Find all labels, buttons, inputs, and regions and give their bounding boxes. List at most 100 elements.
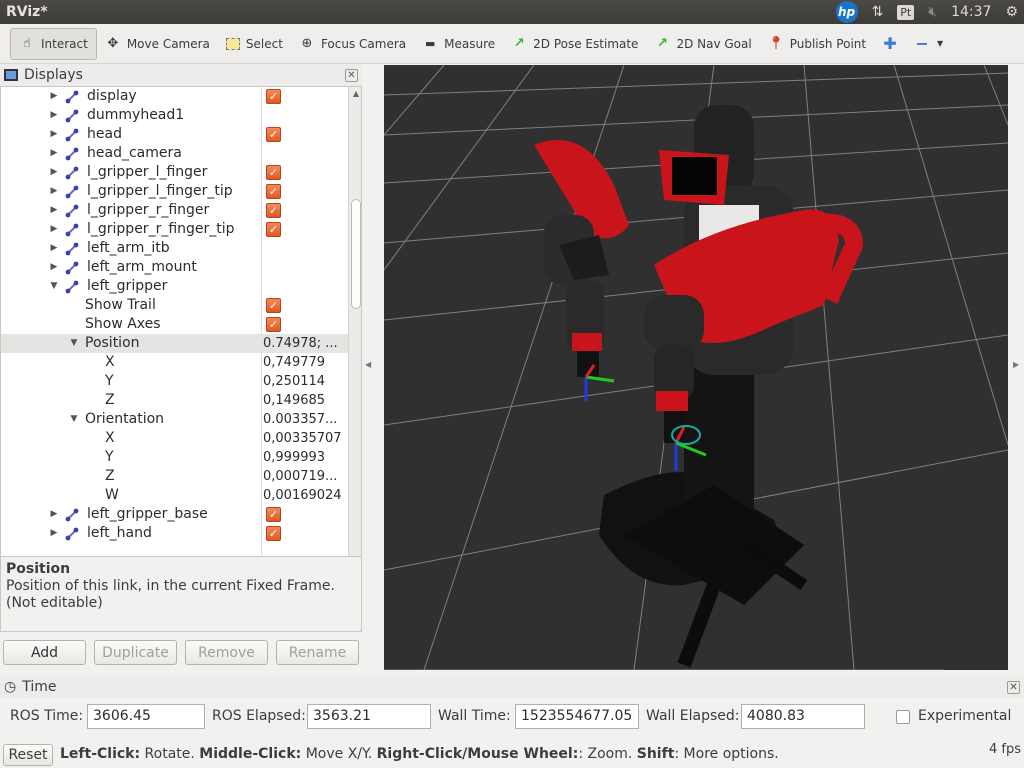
wall-time-field[interactable]: 1523554677.05 (515, 704, 639, 729)
enabled-checkbox[interactable]: ✓ (266, 184, 281, 199)
remove-button[interactable]: Remove (185, 640, 268, 665)
collapsed-arrow-icon[interactable]: ▶ (48, 163, 60, 182)
ros-elapsed-field[interactable]: 3563.21 (307, 704, 431, 729)
position-y-row[interactable]: Y 0,250114 (1, 372, 361, 391)
close-icon[interactable]: ✕ (1007, 680, 1020, 694)
property-value: 0.003357... (263, 412, 338, 427)
enabled-checkbox[interactable]: ✓ (266, 165, 281, 180)
move-camera-label: Move Camera (126, 36, 210, 51)
collapse-left-icon[interactable]: ◀ (365, 360, 371, 369)
wall-time-label: Wall Time: (438, 708, 511, 724)
clock[interactable]: 14:37 (951, 4, 991, 20)
tree-row-link[interactable]: ▶ head_camera (1, 144, 361, 163)
tree-row-link[interactable]: ▶ l_gripper_l_finger ✓ (1, 163, 361, 182)
render-3d-view[interactable] (384, 65, 1008, 670)
keyboard-layout-icon[interactable]: Pt (897, 4, 915, 20)
interact-tool-button[interactable]: ☝ Interact (10, 27, 97, 60)
position-row[interactable]: ▼ Position 0.74978; ... (1, 334, 361, 353)
show-axes-row[interactable]: Show Axes ✓ (1, 315, 361, 334)
collapsed-arrow-icon[interactable]: ▶ (48, 201, 60, 220)
scroll-thumb[interactable] (351, 199, 361, 309)
scroll-up-icon[interactable]: ▲ (349, 89, 361, 98)
clock-icon: ◷ (4, 679, 17, 695)
tree-row-label: left_gripper (87, 278, 168, 294)
interact-label: Interact (41, 36, 88, 51)
collapsed-arrow-icon[interactable]: ▶ (48, 182, 60, 201)
tree-row-link[interactable]: ▼ left_gripper (1, 277, 361, 296)
wall-elapsed-label: Wall Elapsed: (646, 708, 740, 724)
tree-row-link[interactable]: ▶ display ✓ (1, 87, 361, 106)
select-tool-button[interactable]: Select (218, 28, 291, 60)
enabled-checkbox[interactable]: ✓ (266, 317, 281, 332)
tree-row-link[interactable]: ▶ left_hand ✓ (1, 524, 361, 543)
enabled-checkbox[interactable]: ✓ (266, 526, 281, 541)
tree-row-label: l_gripper_l_finger (87, 164, 208, 180)
robot-link-icon (65, 166, 79, 180)
collapsed-arrow-icon[interactable]: ▶ (48, 258, 60, 277)
collapsed-arrow-icon[interactable]: ▶ (48, 144, 60, 163)
show-trail-row[interactable]: Show Trail ✓ (1, 296, 361, 315)
experimental-checkbox[interactable] (896, 710, 910, 724)
tree-row-link[interactable]: ▶ left_gripper_base ✓ (1, 505, 361, 524)
publish-point-tool-button[interactable]: 📍︎ Publish Point (760, 28, 874, 60)
pose-estimate-tool-button[interactable]: ↗ 2D Pose Estimate (503, 28, 646, 60)
orientation-z-row[interactable]: Z 0,000719... (1, 467, 361, 486)
tree-row-link[interactable]: ▶ l_gripper_r_finger ✓ (1, 201, 361, 220)
position-z-row[interactable]: Z 0,149685 (1, 391, 361, 410)
expanded-arrow-icon[interactable]: ▼ (68, 334, 80, 353)
volume-muted-icon[interactable]: 🔇︎ (928, 4, 937, 20)
collapsed-arrow-icon[interactable]: ▶ (48, 87, 60, 106)
settings-gear-icon[interactable]: ⚙ (1005, 4, 1018, 20)
position-x-row[interactable]: X 0,749779 (1, 353, 361, 372)
hp-icon[interactable]: hp (835, 1, 858, 23)
collapsed-arrow-icon[interactable]: ▶ (48, 239, 60, 258)
tree-row-link[interactable]: ▶ left_arm_mount (1, 258, 361, 277)
tree-row-link[interactable]: ▶ l_gripper_l_finger_tip ✓ (1, 182, 361, 201)
add-tool-button[interactable]: ✚ (874, 28, 906, 60)
tree-row-link[interactable]: ▶ left_arm_itb (1, 239, 361, 258)
expanded-arrow-icon[interactable]: ▼ (68, 410, 80, 429)
enabled-checkbox[interactable]: ✓ (266, 203, 281, 218)
ros-time-field[interactable]: 3606.45 (87, 704, 205, 729)
duplicate-button[interactable]: Duplicate (94, 640, 177, 665)
displays-tree[interactable]: ▶ display ✓ ▶ dummyhead1 ▶ head ✓ ▶ head_camera ▶ l… (0, 86, 362, 612)
fps-counter: 4 fps (988, 742, 1021, 757)
measure-tool-button[interactable]: ▬ Measure (414, 28, 503, 60)
enabled-checkbox[interactable]: ✓ (266, 298, 281, 313)
enabled-checkbox[interactable]: ✓ (266, 127, 281, 142)
network-icon[interactable]: ⇅ (872, 4, 884, 20)
orientation-w-row[interactable]: W 0,00169024 (1, 486, 361, 505)
collapsed-arrow-icon[interactable]: ▶ (48, 220, 60, 239)
wall-elapsed-field[interactable]: 4080.83 (741, 704, 865, 729)
focus-camera-tool-button[interactable]: ⊕ Focus Camera (291, 28, 414, 60)
orientation-x-row[interactable]: X 0,00335707 (1, 429, 361, 448)
add-button[interactable]: Add (3, 640, 86, 665)
tree-row-link[interactable]: ▶ l_gripper_r_finger_tip ✓ (1, 220, 361, 239)
orientation-row[interactable]: ▼ Orientation 0.003357... (1, 410, 361, 429)
collapsed-arrow-icon[interactable]: ▶ (48, 524, 60, 543)
tree-row-link[interactable]: ▶ head ✓ (1, 125, 361, 144)
property-value: 0,00169024 (263, 488, 342, 503)
close-icon[interactable]: ✕ (345, 68, 358, 82)
nav-goal-tool-button[interactable]: ↗ 2D Nav Goal (646, 28, 759, 60)
robot-link-icon (65, 147, 79, 161)
move-camera-tool-button[interactable]: ✥ Move Camera (97, 28, 218, 60)
collapsed-arrow-icon[interactable]: ▶ (48, 125, 60, 144)
collapsed-arrow-icon[interactable]: ▶ (48, 505, 60, 524)
remove-tool-button[interactable]: − ▼ (906, 28, 952, 60)
enabled-checkbox[interactable]: ✓ (266, 507, 281, 522)
tree-row-label: l_gripper_l_finger_tip (87, 183, 233, 199)
select-box-icon (225, 37, 240, 50)
tree-row-link[interactable]: ▶ dummyhead1 (1, 106, 361, 125)
rename-button[interactable]: Rename (276, 640, 359, 665)
reset-button[interactable]: Reset (3, 744, 53, 766)
orientation-y-row[interactable]: Y 0,999993 (1, 448, 361, 467)
enabled-checkbox[interactable]: ✓ (266, 222, 281, 237)
collapsed-arrow-icon[interactable]: ▶ (48, 106, 60, 125)
tree-scrollbar[interactable]: ▲ ▼ (348, 87, 361, 611)
enabled-checkbox[interactable]: ✓ (266, 89, 281, 104)
collapse-right-icon[interactable]: ▶ (1013, 360, 1019, 369)
expanded-arrow-icon[interactable]: ▼ (48, 277, 60, 296)
display-buttons: Add Duplicate Remove Rename (0, 640, 362, 668)
tree-row-label: Position (85, 335, 140, 351)
